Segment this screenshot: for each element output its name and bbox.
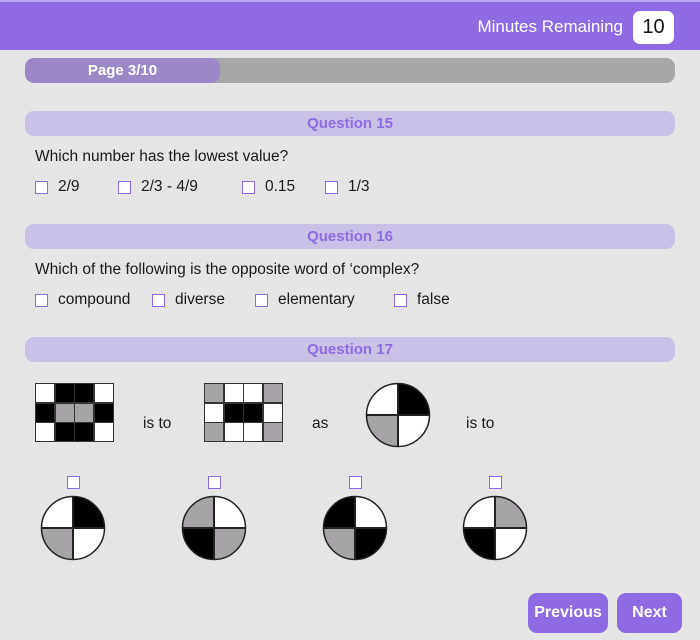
timer-label: Minutes Remaining bbox=[477, 17, 623, 36]
question-15-text: Which number has the lowest value? bbox=[35, 148, 289, 165]
grid-cell-black bbox=[75, 423, 93, 441]
grid-cell-white bbox=[94, 384, 113, 402]
option-label: false bbox=[417, 291, 450, 308]
analogy-word-is-to: is to bbox=[466, 415, 495, 432]
timer-value: 10 bbox=[633, 11, 674, 44]
grid-cell-white bbox=[244, 384, 262, 402]
question-16-header: Question 16 bbox=[25, 224, 675, 249]
q17-option-2-circle[interactable] bbox=[181, 495, 247, 561]
pattern-grid-a bbox=[35, 383, 114, 442]
grid-cell-black bbox=[75, 384, 93, 402]
page-progress-bar: Page 3/10 bbox=[25, 58, 675, 83]
grid-cell-black bbox=[94, 403, 113, 422]
question-16-text: Which of the following is the opposite w… bbox=[35, 261, 420, 278]
q17-option-2-checkbox[interactable] bbox=[208, 476, 221, 489]
grid-cell-gray bbox=[55, 403, 74, 422]
q16-option-1[interactable]: compound bbox=[35, 291, 130, 309]
grid-cell-gray bbox=[263, 384, 282, 402]
option-label: elementary bbox=[278, 291, 355, 308]
q15-option-4[interactable]: 1/3 bbox=[325, 178, 370, 196]
grid-cell-white bbox=[94, 423, 113, 441]
q17-option-1-circle[interactable] bbox=[40, 495, 106, 561]
grid-cell-white bbox=[36, 384, 54, 402]
pattern-grid-b bbox=[204, 383, 283, 442]
q17-option-3-circle[interactable] bbox=[322, 495, 388, 561]
question-17-header: Question 17 bbox=[25, 337, 675, 362]
grid-cell-white bbox=[224, 423, 243, 441]
q17-option-1-checkbox[interactable] bbox=[67, 476, 80, 489]
q17-option-4-checkbox[interactable] bbox=[489, 476, 502, 489]
grid-cell-gray bbox=[205, 423, 223, 441]
q15-option-2[interactable]: 2/3 - 4/9 bbox=[118, 178, 198, 196]
checkbox[interactable] bbox=[255, 293, 268, 307]
q15-option-3[interactable]: 0.15 bbox=[242, 178, 295, 196]
checkbox[interactable] bbox=[118, 180, 131, 194]
grid-cell-white bbox=[36, 423, 54, 441]
grid-cell-gray bbox=[75, 403, 93, 422]
checkbox[interactable] bbox=[242, 180, 255, 194]
grid-cell-white bbox=[224, 384, 243, 402]
analogy-word-as: as bbox=[312, 415, 329, 432]
option-label: diverse bbox=[175, 291, 225, 308]
option-label: 1/3 bbox=[348, 178, 370, 195]
grid-cell-white bbox=[205, 403, 223, 422]
grid-cell-black bbox=[224, 403, 243, 422]
next-button[interactable]: Next bbox=[617, 593, 682, 633]
grid-cell-black bbox=[55, 384, 74, 402]
grid-cell-white bbox=[244, 423, 262, 441]
analogy-word-is-to: is to bbox=[143, 415, 172, 432]
grid-cell-white bbox=[263, 403, 282, 422]
q17-option-4-circle[interactable] bbox=[462, 495, 528, 561]
q16-option-2[interactable]: diverse bbox=[152, 291, 225, 309]
option-label: compound bbox=[58, 291, 131, 308]
q15-option-1[interactable]: 2/9 bbox=[35, 178, 80, 196]
q16-option-3[interactable]: elementary bbox=[255, 291, 355, 309]
grid-cell-gray bbox=[263, 423, 282, 441]
checkbox[interactable] bbox=[35, 180, 48, 194]
progress-label: Page 3/10 bbox=[87, 62, 158, 79]
checkbox[interactable] bbox=[394, 293, 407, 307]
option-label: 2/9 bbox=[58, 178, 80, 195]
grid-cell-gray bbox=[205, 384, 223, 402]
top-bar: Minutes Remaining 10 bbox=[0, 0, 700, 50]
q16-option-4[interactable]: false bbox=[394, 291, 450, 309]
pattern-circle-c bbox=[365, 382, 431, 448]
question-15-header: Question 15 bbox=[25, 111, 675, 136]
grid-cell-black bbox=[244, 403, 262, 422]
grid-cell-black bbox=[55, 423, 74, 441]
previous-button[interactable]: Previous bbox=[528, 593, 608, 633]
option-label: 2/3 - 4/9 bbox=[141, 178, 198, 195]
option-label: 0.15 bbox=[265, 178, 296, 195]
q17-option-3-checkbox[interactable] bbox=[349, 476, 362, 489]
checkbox[interactable] bbox=[152, 293, 165, 307]
checkbox[interactable] bbox=[325, 180, 338, 194]
checkbox[interactable] bbox=[35, 293, 48, 307]
grid-cell-black bbox=[36, 403, 54, 422]
